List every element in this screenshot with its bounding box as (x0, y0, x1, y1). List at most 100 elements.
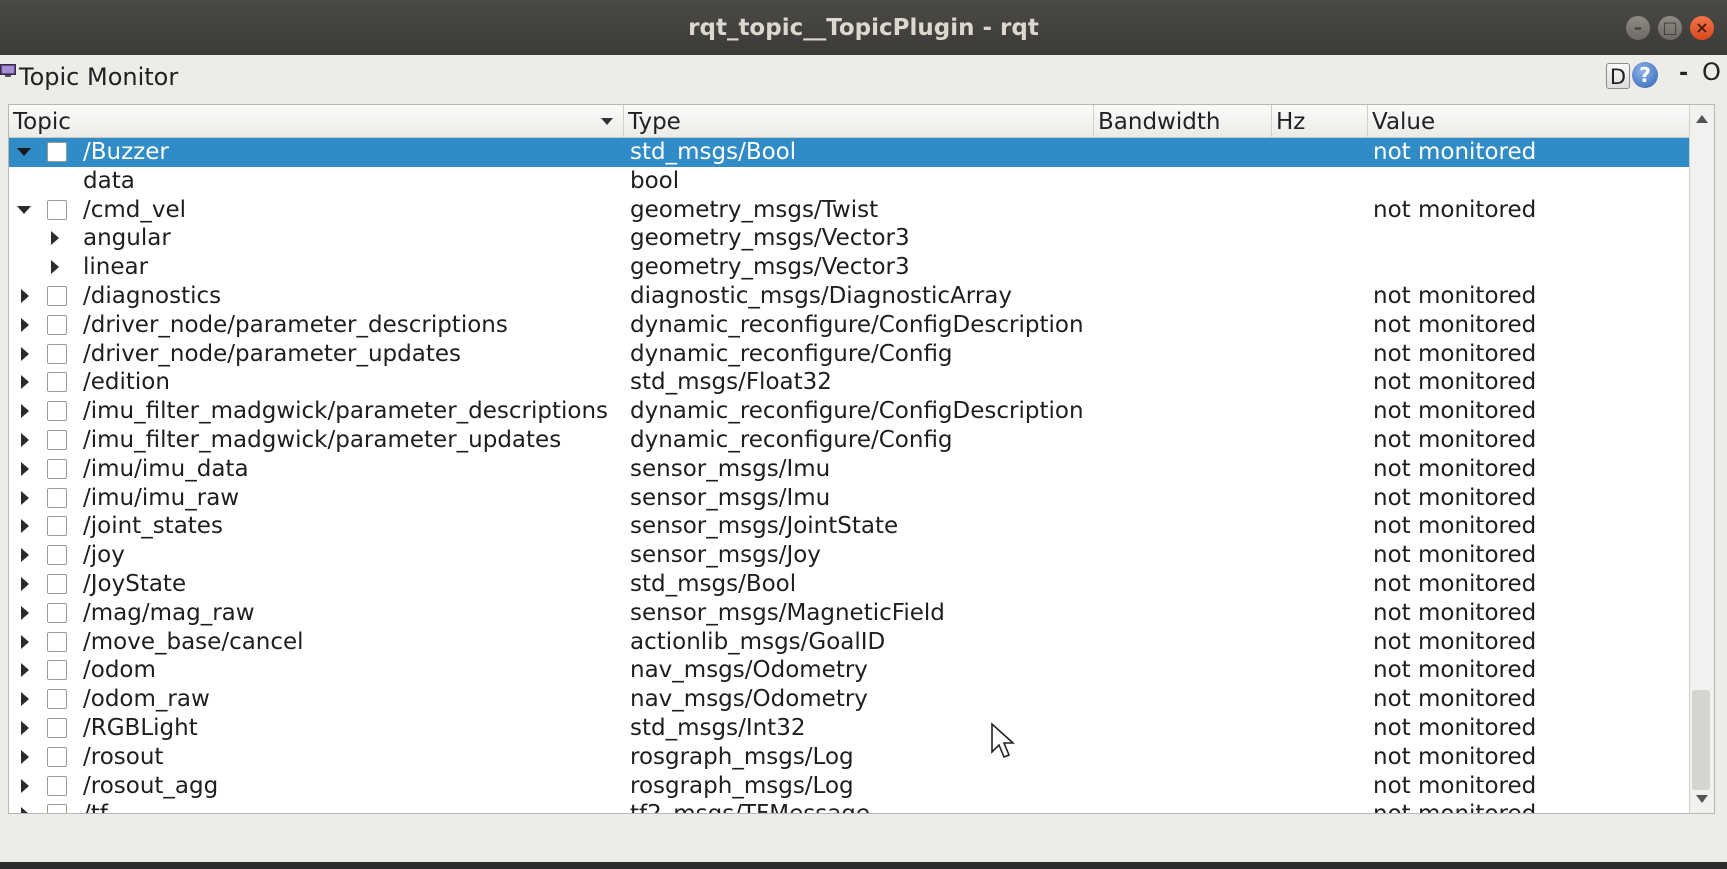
table-row[interactable]: /move_base/cancel actionlib_msgs/GoalID no… (9, 628, 1689, 657)
monitor-checkbox[interactable] (47, 631, 67, 652)
value-cell: not monitored (1373, 686, 1537, 713)
collapse-arrow-icon[interactable] (21, 577, 29, 591)
hide-button[interactable]: - (1679, 61, 1688, 86)
collapse-arrow-icon[interactable] (21, 490, 29, 505)
table-row[interactable]: /joy sensor_msgs/Joy not monitored (9, 541, 1689, 570)
expand-arrow-icon[interactable] (17, 205, 31, 214)
collapse-arrow-icon[interactable] (21, 433, 29, 447)
column-header-value[interactable]: Value (1368, 105, 1689, 137)
monitor-checkbox[interactable] (47, 602, 67, 623)
collapse-arrow-icon[interactable] (21, 519, 29, 534)
monitor-checkbox[interactable] (47, 516, 67, 537)
monitor-checkbox[interactable] (47, 401, 67, 422)
topic-cell: /Buzzer (83, 139, 169, 165)
value-cell: not monitored (1373, 657, 1537, 684)
table-row[interactable]: /rosout rosgraph_msgs/Log not monitored (9, 743, 1689, 772)
table-row[interactable]: linear geometry_msgs/Vector3 (9, 253, 1689, 282)
topic-cell: /mag/mag_raw (83, 599, 255, 626)
monitor-checkbox[interactable] (47, 458, 67, 479)
table-row[interactable]: /cmd_vel geometry_msgs/Twist not monitored (9, 196, 1689, 225)
type-cell: rosgraph_msgs/Log (630, 772, 854, 799)
collapse-arrow-icon[interactable] (21, 663, 29, 678)
table-row[interactable]: /diagnostics diagnostic_msgs/DiagnosticAr… (9, 282, 1689, 311)
table-row[interactable]: /edition std_msgs/Float32 not monitored (9, 368, 1689, 397)
minimize-icon[interactable]: – (1626, 16, 1650, 40)
column-header-topic[interactable]: Topic (9, 105, 624, 137)
monitor-checkbox[interactable] (47, 343, 67, 364)
collapse-arrow-icon[interactable] (21, 375, 29, 390)
table-row[interactable]: /RGBLight std_msgs/Int32 not monitored (9, 714, 1689, 743)
monitor-checkbox[interactable] (47, 199, 67, 220)
monitor-checkbox[interactable] (47, 430, 67, 450)
scroll-up-icon[interactable] (1696, 115, 1708, 123)
collapse-arrow-icon[interactable] (21, 461, 29, 476)
table-row[interactable]: /odom nav_msgs/Odometry not monitored (9, 656, 1689, 685)
collapse-arrow-icon[interactable] (21, 692, 29, 707)
collapse-arrow-icon[interactable] (21, 289, 29, 303)
table-row[interactable]: /rosout_agg rosgraph_msgs/Log not monitore… (9, 772, 1689, 801)
collapse-arrow-icon[interactable] (21, 346, 29, 361)
collapse-arrow-icon[interactable] (21, 605, 29, 620)
monitor-checkbox[interactable] (47, 487, 67, 508)
scrollbar-thumb[interactable] (1692, 690, 1710, 790)
table-row[interactable]: data bool (9, 167, 1689, 196)
maximize-icon[interactable]: □ (1658, 16, 1682, 40)
monitor-checkbox[interactable] (47, 689, 67, 710)
column-header-type[interactable]: Type (624, 105, 1094, 137)
monitor-checkbox[interactable] (47, 718, 67, 738)
value-cell: not monitored (1373, 542, 1537, 569)
collapse-arrow-icon[interactable] (21, 749, 29, 764)
monitor-checkbox[interactable] (47, 574, 67, 594)
vertical-scrollbar[interactable] (1689, 105, 1714, 813)
monitor-checkbox[interactable] (47, 372, 67, 393)
table-row[interactable]: /JoyState std_msgs/Bool not monitored (9, 570, 1689, 599)
collapse-arrow-icon[interactable] (51, 260, 59, 275)
table-row[interactable]: /driver_node/parameter_updates dynamic_re… (9, 340, 1689, 369)
table-row[interactable]: /driver_node/parameter_descriptions dynam… (9, 311, 1689, 340)
topic-cell: /imu/imu_raw (83, 484, 240, 511)
collapse-arrow-icon[interactable] (21, 634, 29, 649)
collapse-arrow-icon[interactable] (21, 778, 29, 793)
expand-arrow-icon[interactable] (17, 148, 31, 156)
type-cell: dynamic_reconfigure/ConfigDescription (630, 311, 1084, 338)
table-row[interactable]: /joint_states sensor_msgs/JointState not m… (9, 512, 1689, 541)
table-row[interactable]: /Buzzer std_msgs/Bool not monitored (9, 138, 1689, 167)
table-row[interactable]: /imu/imu_data sensor_msgs/Imu not monitore… (9, 455, 1689, 484)
table-row[interactable]: /imu/imu_raw sensor_msgs/Imu not monitored (9, 484, 1689, 513)
column-header-hz[interactable]: Hz (1272, 105, 1368, 137)
column-header-bandwidth[interactable]: Bandwidth (1094, 105, 1272, 137)
monitor-checkbox[interactable] (47, 286, 67, 306)
table-row[interactable]: /odom_raw nav_msgs/Odometry not monitored (9, 685, 1689, 714)
table-row[interactable]: /imu_filter_madgwick/parameter_descripti… (9, 397, 1689, 426)
table-row[interactable]: angular geometry_msgs/Vector3 (9, 224, 1689, 253)
monitor-checkbox[interactable] (47, 142, 67, 162)
collapse-arrow-icon[interactable] (21, 317, 29, 332)
help-icon[interactable]: ? (1632, 62, 1658, 88)
close-plugin-button[interactable]: O (1702, 58, 1721, 86)
collapse-arrow-icon[interactable] (21, 721, 29, 735)
collapse-arrow-icon[interactable] (21, 548, 29, 563)
value-cell: not monitored (1373, 715, 1537, 741)
topic-tree[interactable]: Topic Type Bandwidth Hz Value /Buzzer std… (8, 104, 1715, 814)
collapse-arrow-icon[interactable] (21, 807, 29, 813)
monitor-checkbox[interactable] (47, 660, 67, 681)
table-row[interactable]: /mag/mag_raw sensor_msgs/MagneticField not… (9, 599, 1689, 628)
monitor-checkbox[interactable] (47, 545, 67, 566)
monitor-checkbox[interactable] (47, 775, 67, 796)
table-row[interactable]: /imu_filter_madgwick/parameter_updates dy… (9, 426, 1689, 455)
title-bar[interactable]: rqt_topic__TopicPlugin - rqt – □ × (0, 0, 1727, 55)
debug-button[interactable]: D (1606, 63, 1630, 89)
monitor-checkbox[interactable] (47, 804, 67, 813)
type-cell: actionlib_msgs/GoalID (630, 628, 886, 655)
value-cell: not monitored (1373, 283, 1537, 309)
monitor-checkbox[interactable] (47, 314, 67, 335)
close-icon[interactable]: × (1690, 16, 1714, 40)
topic-cell: /JoyState (83, 571, 187, 597)
topic-cell: /move_base/cancel (83, 628, 304, 655)
collapse-arrow-icon[interactable] (51, 231, 59, 246)
value-cell: not monitored (1373, 513, 1537, 540)
collapse-arrow-icon[interactable] (21, 404, 29, 419)
scroll-down-icon[interactable] (1696, 795, 1708, 803)
monitor-checkbox[interactable] (47, 746, 67, 767)
table-row[interactable]: /tf tf2_msgs/TFMessage not monitored (9, 800, 1689, 813)
